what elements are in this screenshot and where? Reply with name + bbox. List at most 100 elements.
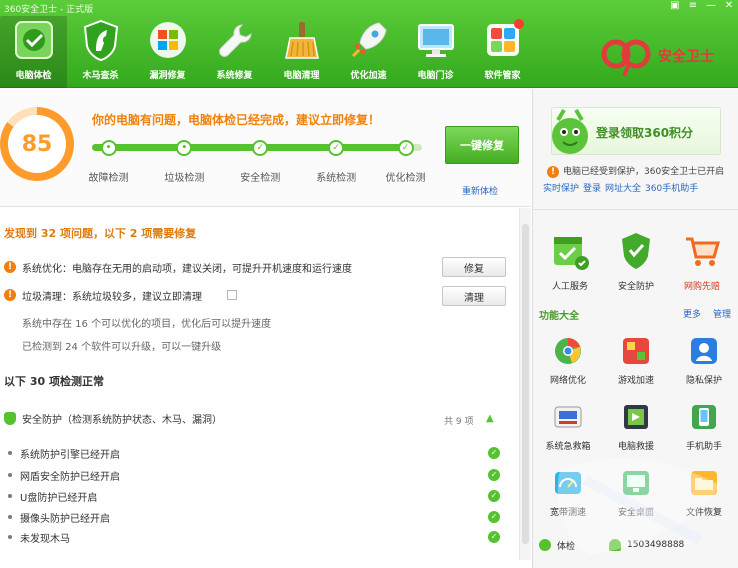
game-icon bbox=[623, 338, 649, 364]
windows-icon bbox=[149, 22, 186, 58]
progress-step: ✓ bbox=[328, 140, 345, 156]
protection-note-text: 电脑已经受到保护，360安全卫士已开启 bbox=[563, 167, 725, 177]
tools-grid: 网络优化 游戏加速 隐私保护 系统急救箱 电脑救援 手机助手 宽带测速 安全桌面… bbox=[533, 325, 738, 535]
featured-tool-service[interactable]: 人工服务 bbox=[537, 213, 603, 295]
skin-icon[interactable]: ▣ bbox=[670, 0, 680, 12]
group-label: 安全防护（检测系统防护状态、木马、漏洞） bbox=[22, 415, 222, 426]
tool-game[interactable]: 游戏加速 bbox=[602, 325, 670, 391]
close-icon[interactable]: ✕ bbox=[724, 0, 734, 12]
clean-button[interactable]: 清理 bbox=[442, 286, 506, 306]
tool-speed[interactable]: 宽带测速 bbox=[534, 457, 602, 523]
sidebar-link[interactable]: 登录 bbox=[583, 181, 601, 194]
bullet-icon bbox=[8, 515, 12, 519]
fix-now-button[interactable]: 一键修复 bbox=[445, 126, 519, 164]
toolbar-label: 漏洞修复 bbox=[149, 71, 186, 81]
sidebar-link[interactable]: 网址大全 bbox=[605, 181, 641, 194]
group-header[interactable]: 安全防护（检测系统防护状态、木马、漏洞） bbox=[4, 411, 222, 426]
ok-item-text: 摄像头防护已经开启 bbox=[20, 513, 110, 525]
tool-label: 手机助手 bbox=[685, 442, 722, 452]
ok-item: 摄像头防护已经开启 bbox=[8, 510, 110, 525]
folder-icon bbox=[691, 471, 717, 495]
minimize-icon[interactable]: — bbox=[706, 0, 716, 12]
recheck-link[interactable]: 重新体检 bbox=[462, 184, 498, 197]
chevron-up-icon[interactable]: ▲ bbox=[486, 414, 496, 424]
scrollbar-thumb[interactable] bbox=[522, 224, 529, 544]
fix-button[interactable]: 修复 bbox=[442, 257, 506, 277]
shield-check-icon bbox=[622, 233, 650, 269]
toolbar-item-repair[interactable]: 系统修复 bbox=[201, 16, 268, 88]
window-title: 360安全卫士 - 正式版 bbox=[4, 5, 94, 15]
toolbar-item-clinic[interactable]: 电脑门诊 bbox=[402, 16, 469, 88]
sidebar-links: 实时保护 登录 网址大全 360手机助手 bbox=[543, 181, 738, 194]
sidebar: 登录领取360积分 ! 电脑已经受到保护，360安全卫士已开启 实时保护 登录 网… bbox=[532, 89, 738, 568]
progress-fill bbox=[92, 144, 409, 151]
check-icon: ✓ bbox=[488, 490, 500, 502]
issue-checkbox[interactable] bbox=[227, 290, 237, 300]
login-promo[interactable]: 登录领取360积分 bbox=[551, 107, 721, 155]
manage-tools-link[interactable]: 管理 bbox=[713, 307, 731, 320]
bullet-icon bbox=[8, 451, 12, 455]
user-icon bbox=[609, 539, 622, 551]
issue-text: 垃圾清理：系统垃圾较多，建议立即清理 bbox=[22, 291, 202, 303]
toolbar-item-trojan[interactable]: 木马查杀 bbox=[67, 16, 134, 88]
results-scrollbar[interactable] bbox=[519, 208, 531, 560]
featured-tool-shopping[interactable]: 网购先赔 bbox=[669, 213, 735, 295]
divider bbox=[533, 209, 738, 210]
progress-step-label: 系统检测 bbox=[316, 173, 357, 184]
status-label: 体检 bbox=[557, 541, 576, 552]
warning-icon: ! bbox=[4, 261, 16, 273]
progress-step: • bbox=[100, 140, 117, 156]
score-ring: 85 bbox=[0, 107, 74, 181]
toolbar-item-speedup[interactable]: 优化加速 bbox=[335, 16, 402, 88]
protection-note: ! 电脑已经受到保护，360安全卫士已开启 bbox=[547, 164, 724, 178]
tool-label: 文件恢复 bbox=[685, 508, 722, 518]
issues-section-title: 发现到 32 项问题，以下 2 项需要修复 bbox=[4, 227, 197, 240]
cart-icon bbox=[686, 237, 720, 266]
tools-title: 功能大全 bbox=[539, 311, 579, 322]
tool-label: 网络优化 bbox=[549, 376, 586, 386]
tool-rescue[interactable]: 系统急救箱 bbox=[534, 391, 602, 457]
issue-text: 系统优化：电脑存在无用的启动项，建议关闭，可提升开机速度和运行速度 bbox=[22, 263, 352, 275]
group-count: 共 9 项 bbox=[444, 417, 474, 427]
toolbar-item-clean[interactable]: 电脑清理 bbox=[268, 16, 335, 88]
desktop-icon bbox=[623, 471, 649, 495]
sidebar-link[interactable]: 实时保护 bbox=[543, 181, 579, 194]
score-value: 85 bbox=[8, 115, 66, 173]
ok-item-text: 系统防护引擎已经开启 bbox=[20, 449, 120, 461]
tool-desktop[interactable]: 安全桌面 bbox=[602, 457, 670, 523]
window-controls: ▣ ≡ — ✕ bbox=[670, 0, 734, 12]
wrench-icon bbox=[218, 24, 252, 57]
top-bar: 360安全卫士 - 正式版 ▣ ≡ — ✕ 电脑体检 木马查杀 漏洞修复 系统修… bbox=[0, 0, 738, 88]
featured-tool-label: 人工服务 bbox=[551, 282, 588, 292]
bullet-icon bbox=[8, 535, 12, 539]
bullet-icon bbox=[8, 473, 12, 477]
tool-film[interactable]: 电脑救援 bbox=[602, 391, 670, 457]
progress-step: ✓ bbox=[397, 140, 414, 156]
privacy-icon bbox=[691, 338, 717, 364]
toolbar-item-checkup[interactable]: 电脑体检 bbox=[0, 16, 67, 88]
toolbar-item-software[interactable]: 软件管家 bbox=[469, 16, 536, 88]
film-icon bbox=[624, 405, 648, 429]
ok-item-text: U盘防护已经开启 bbox=[20, 492, 98, 504]
sidebar-link[interactable]: 360手机助手 bbox=[645, 181, 698, 194]
issue-row: ! 垃圾清理：系统垃圾较多，建议立即清理 bbox=[4, 287, 202, 303]
checkup-summary: 85 你的电脑有问题，电脑体检已经完成，建议立即修复！ • 故障检测 • 垃圾检测 ✓ 安… bbox=[0, 89, 531, 207]
toolbar-item-patch[interactable]: 漏洞修复 bbox=[134, 16, 201, 88]
ok-item: 未发现木马 bbox=[8, 530, 70, 545]
more-tools-link[interactable]: 更多 bbox=[683, 307, 701, 320]
tool-phone[interactable]: 手机助手 bbox=[670, 391, 738, 457]
chrome-like-icon bbox=[555, 338, 581, 364]
tool-privacy[interactable]: 隐私保护 bbox=[670, 325, 738, 391]
warning-icon: ! bbox=[547, 165, 559, 178]
progress-step: • bbox=[176, 140, 193, 156]
featured-tool-protect[interactable]: 安全防护 bbox=[603, 213, 669, 295]
tool-network[interactable]: 网络优化 bbox=[534, 325, 602, 391]
menu-icon[interactable]: ≡ bbox=[688, 0, 698, 12]
toolbar-label: 电脑体检 bbox=[15, 71, 52, 81]
tool-recover[interactable]: 文件恢复 bbox=[670, 457, 738, 523]
status-item[interactable]: 体检 bbox=[539, 539, 575, 552]
issue-subtext: 已检测到 24 个软件可以升级，可以一键升级 bbox=[22, 342, 222, 353]
progress-step-label: 故障检测 bbox=[88, 173, 129, 184]
status-item[interactable]: 1503498888 bbox=[609, 539, 684, 551]
check-icon: ✓ bbox=[488, 531, 500, 543]
